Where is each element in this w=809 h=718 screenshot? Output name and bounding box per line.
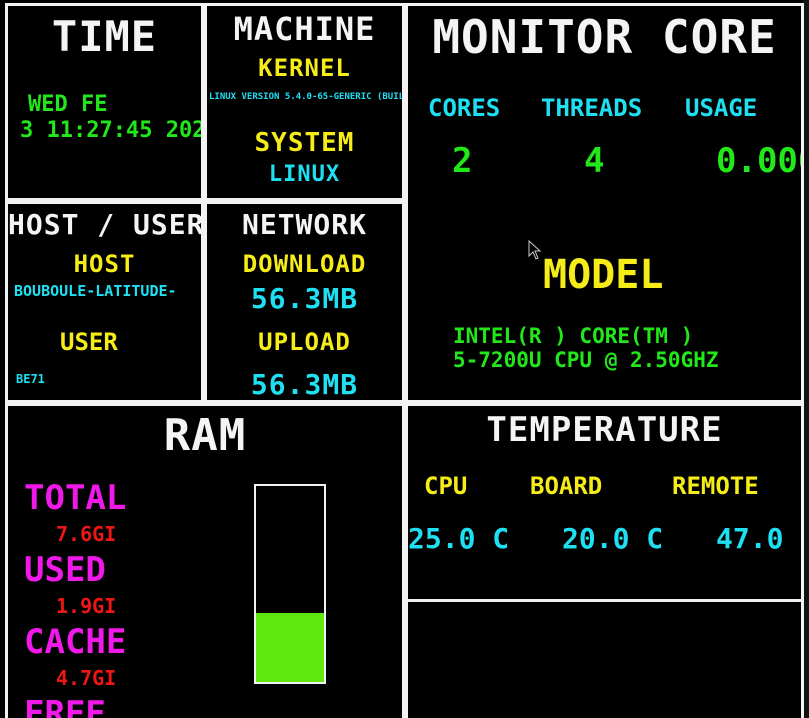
machine-kernel-label: KERNEL: [258, 54, 351, 82]
temp-remote-value: 47.0 C: [716, 522, 801, 555]
temp-cpu-label: CPU: [424, 472, 468, 500]
ram-used-label: USED: [24, 550, 106, 590]
machine-system-value: LINUX: [268, 162, 341, 187]
ram-used-value: 1.9GI: [56, 594, 117, 618]
cores-value: 2: [452, 141, 473, 181]
machine-system-label: SYSTEM: [254, 128, 355, 158]
upload-label: UPLOAD: [258, 328, 351, 356]
host-label: HOST: [73, 250, 136, 278]
machine-panel: MACHINE KERNEL LINUX VERSION 5.4.0-65-GE…: [204, 3, 405, 201]
upload-value: 56.3MB: [250, 368, 359, 401]
temp-cpu-value: 25.0 C: [408, 522, 510, 555]
threads-label: THREADS: [541, 94, 643, 122]
usage-label: USAGE: [685, 94, 758, 122]
network-panel: NETWORK DOWNLOAD 56.3MB UPLOAD 56.3MB: [204, 201, 405, 403]
temp-board-value: 20.0 C: [562, 522, 664, 555]
ram-total-label: TOTAL: [24, 478, 127, 518]
model-line2: 5-7200U CPU @ 2.50GHZ: [453, 348, 719, 372]
machine-kernel-value: LINUX VERSION 5.4.0-65-GENERIC (BUILD: [209, 92, 405, 102]
monitor-core-panel: MONITOR CORE CORES THREADS USAGE 2 4 0.0…: [405, 3, 804, 403]
ram-title: RAM: [163, 410, 247, 461]
user-label: USER: [60, 328, 118, 356]
ram-cache-label: CACHE: [24, 622, 127, 662]
ram-usage-fill: [256, 613, 324, 682]
ram-cache-value: 4.7GI: [56, 666, 117, 690]
temp-remote-label: REMOTE: [672, 472, 759, 500]
temp-board-label: BOARD: [530, 472, 603, 500]
network-title: NETWORK: [241, 208, 367, 241]
empty-panel: [405, 599, 804, 718]
ram-total-value: 7.6GI: [56, 522, 117, 546]
time-title: TIME: [51, 12, 158, 61]
usage-value: 0.000: [716, 141, 801, 181]
time-date-line1: WED FE: [28, 92, 108, 117]
model-label: MODEL: [543, 252, 664, 298]
host-user-panel: HOST / USER HOST BOUBOULE-LATITUDE- USER…: [5, 201, 204, 403]
model-line1: INTEL(R ) CORE(TM ): [453, 324, 694, 348]
user-value: BE71: [16, 372, 45, 386]
ram-free-label: FREE: [24, 694, 106, 718]
ram-panel: RAM TOTAL 7.6GI USED 1.9GI CACHE 4.7GI F…: [5, 403, 405, 718]
host-user-title: HOST / USER: [8, 208, 204, 241]
download-value: 56.3MB: [250, 282, 359, 315]
threads-value: 4: [584, 141, 605, 181]
ram-usage-bar: [254, 484, 326, 684]
monitor-core-title: MONITOR CORE: [432, 10, 777, 64]
temperature-panel: TEMPERATURE CPU BOARD REMOTE 25.0 C 20.0…: [405, 403, 804, 602]
time-date-line2: 3 11:27:45 202: [20, 118, 204, 143]
download-label: DOWNLOAD: [242, 250, 367, 278]
temperature-title: TEMPERATURE: [486, 410, 723, 450]
cores-label: CORES: [428, 94, 501, 122]
host-value: BOUBOULE-LATITUDE-: [14, 282, 177, 300]
machine-title: MACHINE: [233, 10, 376, 48]
time-panel: TIME WED FE 3 11:27:45 202: [5, 3, 204, 201]
